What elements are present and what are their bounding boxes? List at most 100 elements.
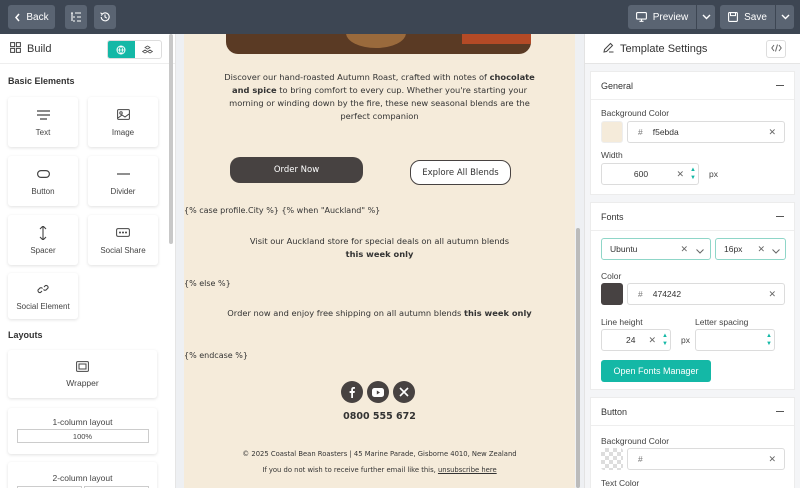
layout-wrapper[interactable]: Wrapper <box>8 350 157 398</box>
preview-dropdown-button[interactable] <box>697 5 715 29</box>
button-icon <box>36 167 50 181</box>
canvas-scrollbar[interactable] <box>576 228 580 488</box>
footer-address[interactable]: © 2025 Coastal Bean Roasters | 45 Marine… <box>184 450 575 458</box>
clear-icon[interactable]: ✕ <box>768 127 776 138</box>
font-color-swatch[interactable] <box>601 283 623 305</box>
layout-2-column[interactable]: 2-column layout <box>8 462 157 488</box>
bg-color-input[interactable]: # f5ebda ✕ <box>627 121 785 143</box>
hero-image[interactable] <box>226 34 531 54</box>
globe-icon[interactable] <box>108 41 135 58</box>
hero-cup <box>346 34 406 48</box>
element-label: Social Element <box>16 301 70 311</box>
save-button[interactable]: Save <box>720 5 775 29</box>
left-panel-scrollbar[interactable] <box>169 34 173 244</box>
bg-color-swatch[interactable] <box>601 121 623 143</box>
element-divider[interactable]: Divider <box>88 156 158 206</box>
save-label: Save <box>744 11 767 23</box>
outline-icon <box>70 12 82 22</box>
order-now-button[interactable]: Order Now <box>230 157 363 183</box>
clear-icon[interactable]: ✕ <box>648 335 656 346</box>
chevron-down-icon <box>781 14 790 20</box>
collapse-icon[interactable] <box>776 85 784 86</box>
stepper-icon[interactable]: ▲ ▼ <box>766 332 772 348</box>
button-header[interactable]: Button <box>591 398 794 426</box>
element-image[interactable]: Image <box>88 97 158 147</box>
explore-blends-button[interactable]: Explore All Blends <box>410 160 511 185</box>
unsubscribe-link[interactable]: unsubscribe here <box>438 466 497 474</box>
code-view-button[interactable] <box>766 40 786 58</box>
button-bg-input[interactable]: # ✕ <box>627 448 785 470</box>
open-fonts-manager-button[interactable]: Open Fonts Manager <box>601 360 711 382</box>
intro-text[interactable]: Discover our hand-roasted Autumn Roast, … <box>224 71 535 123</box>
button-title: Button <box>601 406 628 417</box>
chevron-down-icon[interactable] <box>696 246 704 256</box>
else-tag[interactable]: {% else %} <box>184 279 231 288</box>
clear-icon[interactable]: ✕ <box>757 244 765 255</box>
element-text[interactable]: Text <box>8 97 78 147</box>
width-input[interactable]: 600 ✕ ▲ ▼ <box>601 163 699 185</box>
auckland-text-bold: this week only <box>345 249 414 259</box>
facebook-icon[interactable] <box>341 381 363 403</box>
fonts-header[interactable]: Fonts <box>591 203 794 231</box>
endcase-tag[interactable]: {% endcase %} <box>184 351 248 360</box>
general-header[interactable]: General <box>591 72 794 100</box>
clear-icon[interactable]: ✕ <box>768 289 776 300</box>
element-social-share[interactable]: Social Share <box>88 215 158 265</box>
element-button[interactable]: Button <box>8 156 78 206</box>
collapse-icon[interactable] <box>776 411 784 412</box>
save-icon <box>728 12 739 22</box>
element-label: Text <box>35 127 51 137</box>
youtube-icon[interactable] <box>367 381 389 403</box>
preview-button[interactable]: Preview <box>628 5 696 29</box>
line-height-value: 24 <box>626 335 636 345</box>
letter-spacing-input[interactable]: ▲ ▼ <box>695 329 775 351</box>
x-icon[interactable] <box>393 381 415 403</box>
shipping-text-main: Order now and enjoy free shipping on all… <box>227 308 462 318</box>
element-social[interactable]: Social Element <box>8 273 78 319</box>
stepper-icon[interactable]: ▲ ▼ <box>662 332 668 348</box>
back-button[interactable]: Back <box>8 5 55 29</box>
clear-icon[interactable]: ✕ <box>676 169 684 180</box>
font-family-value: Ubuntu <box>610 244 638 254</box>
hash-icon: # <box>638 289 643 299</box>
button-bg-swatch[interactable] <box>601 448 623 470</box>
shipping-text[interactable]: Order now and enjoy free shipping on all… <box>224 307 535 320</box>
layout-label: 1-column layout <box>52 417 113 427</box>
spacer-icon <box>39 225 47 240</box>
hash-icon: # <box>638 127 643 137</box>
text-icon <box>36 108 50 122</box>
blocks-icon[interactable] <box>135 41 162 58</box>
case-tag[interactable]: {% case profile.City %} {% when "Aucklan… <box>184 206 380 215</box>
clear-icon[interactable]: ✕ <box>768 454 776 465</box>
layouts-title: Layouts <box>8 330 43 340</box>
history-icon <box>99 11 111 23</box>
font-size-select[interactable]: 16px ✕ <box>715 238 786 260</box>
hash-icon: # <box>638 454 643 464</box>
monitor-icon <box>635 12 647 22</box>
element-label: Image <box>111 127 135 137</box>
auckland-text-main: Visit our Auckland store for special dea… <box>249 236 510 246</box>
auckland-text[interactable]: Visit our Auckland store for special dea… <box>224 235 535 261</box>
layout-column-bar: 100% <box>16 429 149 443</box>
save-dropdown-button[interactable] <box>776 5 794 29</box>
layout-label: 2-column layout <box>52 473 113 483</box>
element-label: Spacer <box>30 245 56 255</box>
history-button[interactable] <box>94 5 116 29</box>
divider-icon <box>116 167 130 181</box>
footer-unsubscribe[interactable]: If you do not wish to receive further em… <box>184 466 575 474</box>
font-family-select[interactable]: Ubuntu ✕ <box>601 238 711 260</box>
element-spacer[interactable]: Spacer <box>8 215 78 265</box>
bg-color-label: Background Color <box>601 108 670 118</box>
font-size-value: 16px <box>724 244 743 254</box>
stepper-icon[interactable]: ▲ ▼ <box>690 166 696 182</box>
outline-button[interactable] <box>65 5 87 29</box>
phone-number[interactable]: 0800 555 672 <box>184 411 575 422</box>
clear-icon[interactable]: ✕ <box>680 244 688 255</box>
shipping-text-bold: this week only <box>463 308 532 318</box>
button-text-color-label: Text Color <box>601 478 640 488</box>
chevron-down-icon[interactable] <box>772 246 780 256</box>
collapse-icon[interactable] <box>776 216 784 217</box>
line-height-input[interactable]: 24 ✕ ▲ ▼ <box>601 329 671 351</box>
layout-1-column[interactable]: 1-column layout 100% <box>8 408 157 454</box>
font-color-input[interactable]: # 474242 ✕ <box>627 283 785 305</box>
